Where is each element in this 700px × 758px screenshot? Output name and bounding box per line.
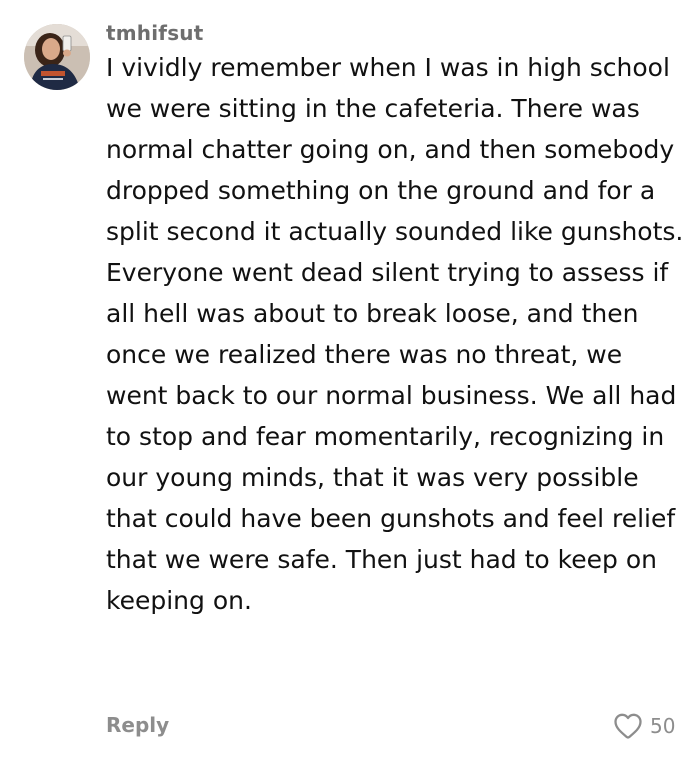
comment-username[interactable]: tmhifsut: [106, 21, 204, 45]
comment-card: tmhifsut I vividly remember when I was i…: [0, 0, 700, 758]
avatar[interactable]: [24, 24, 90, 90]
like-count: 50: [650, 714, 676, 738]
like-button[interactable]: 50: [612, 708, 675, 744]
reply-button[interactable]: Reply: [106, 713, 169, 737]
user-photo-icon: [24, 24, 90, 90]
heart-outline-icon: [614, 713, 642, 739]
comment-body: I vividly remember when I was in high sc…: [106, 53, 684, 615]
